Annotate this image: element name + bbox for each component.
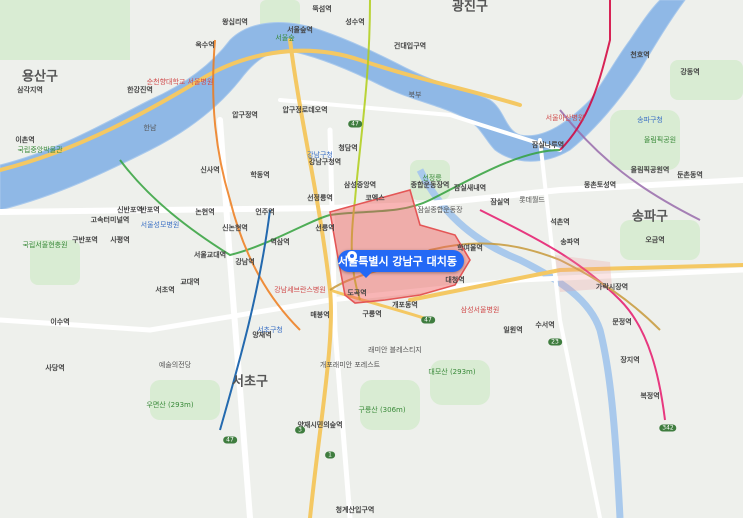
place-label-gangnam-office[interactable]: 강남구청 (307, 150, 333, 160)
station-label-cheongdam[interactable]: 청담역 (338, 143, 357, 153)
district-label-songpa: 송파구 (632, 209, 668, 225)
station-label-sapyeong[interactable]: 사평역 (110, 235, 129, 245)
station-label-jamsilnaru[interactable]: 잠실나루역 (532, 140, 564, 150)
road-label-r47b: 47 (421, 316, 435, 324)
station-label-jangji[interactable]: 장지역 (620, 355, 639, 365)
station-label-cheonho[interactable]: 천호역 (630, 50, 649, 60)
place-label-bukbu[interactable]: 북부 (409, 90, 422, 100)
station-label-coex[interactable]: 코엑스 (365, 193, 384, 203)
station-label-suseo[interactable]: 수서역 (535, 320, 554, 330)
station-label-sadang[interactable]: 사당역 (45, 363, 64, 373)
station-label-samgakji[interactable]: 삼각지역 (17, 85, 43, 95)
station-label-gyodae[interactable]: 교대역 (180, 277, 199, 287)
place-label-seoul-cemetery[interactable]: 국립서울현충원 (22, 240, 67, 250)
place-label-guryongsan[interactable]: 구룡산 (306m) (358, 405, 405, 415)
station-label-isu[interactable]: 이수역 (50, 317, 69, 327)
station-label-eonju[interactable]: 언주역 (255, 207, 274, 217)
station-label-wangsimni[interactable]: 왕십리역 (222, 17, 248, 27)
station-label-ichon[interactable]: 이촌역 (15, 135, 34, 145)
district-label-seocho: 서초구 (232, 374, 268, 390)
station-label-cheonggye[interactable]: 청계산입구역 (336, 505, 375, 515)
station-label-seokchon[interactable]: 석촌역 (550, 217, 569, 227)
station-label-bokjeong[interactable]: 복정역 (640, 391, 659, 401)
station-label-konkuk[interactable]: 건대입구역 (394, 41, 426, 51)
station-label-seolleung[interactable]: 선릉역 (315, 223, 334, 233)
place-label-songpa-office[interactable]: 송파구청 (637, 115, 663, 125)
map-canvas[interactable]: 용산구서초구 송파구 광진구 뚝섬역성수역건대입구역 옥수역압구정역 압구정로데오역청담역… (0, 0, 743, 518)
station-label-sinnonhyeon[interactable]: 신논현역 (222, 223, 248, 233)
place-label-national-museum[interactable]: 국립중앙박물관 (17, 145, 62, 155)
station-label-olympic-park[interactable]: 올림픽공원역 (631, 165, 670, 175)
place-label-catholic-hospital[interactable]: 서울성모병원 (141, 220, 180, 230)
station-label-maebong[interactable]: 매봉역 (310, 310, 329, 320)
place-label-samsung-hospital[interactable]: 삼성서울병원 (461, 305, 500, 315)
place-label-seonjeongneung-park[interactable]: 선정릉 (422, 173, 441, 183)
station-label-hak[interactable]: 학동역 (250, 170, 269, 180)
station-label-jamsil[interactable]: 잠실역 (490, 197, 509, 207)
station-label-nonhyeon[interactable]: 논현역 (195, 207, 214, 217)
station-label-dogok[interactable]: 도곡역 (347, 288, 366, 298)
place-label-raemian-palace[interactable]: 래미안 블레스티지 (368, 345, 422, 355)
station-label-express-bus[interactable]: 고속터미널역 (91, 215, 130, 225)
road-label-r47a: 47 (348, 120, 362, 128)
place-label-seoul-forest-park[interactable]: 서울숲 (275, 33, 294, 43)
place-label-umyeonsan[interactable]: 우면산 (293m) (146, 400, 193, 410)
place-label-seocho-office[interactable]: 서초구청 (257, 325, 283, 335)
location-pin-icon (347, 251, 357, 263)
station-label-oksu[interactable]: 옥수역 (195, 40, 214, 50)
station-label-ilwon[interactable]: 일원역 (503, 325, 522, 335)
station-label-dunchon[interactable]: 둔촌동역 (677, 170, 703, 180)
station-label-jamsilsaenae[interactable]: 잠실새내역 (454, 183, 486, 193)
station-label-seoul-univ-edu[interactable]: 서울교대역 (194, 250, 226, 260)
station-label-songpa[interactable]: 송파역 (560, 237, 579, 247)
place-label-gangnam-severance[interactable]: 강남세브란스병원 (274, 285, 326, 295)
station-label-sinsa[interactable]: 신사역 (200, 165, 219, 175)
road-label-r1: 1 (325, 451, 335, 459)
station-label-seocho[interactable]: 서초역 (155, 285, 174, 295)
place-label-hanam[interactable]: 한남 (144, 123, 157, 133)
station-label-yeoksam[interactable]: 역삼역 (270, 237, 289, 247)
station-label-sinbanpo[interactable]: 신반포역 (117, 205, 143, 215)
district-label-gwangjin: 광진구 (452, 0, 488, 15)
location-callout[interactable]: 서울특별시 강남구 대치동 (338, 250, 464, 278)
place-label-asan-hospital[interactable]: 서울아산병원 (546, 113, 585, 123)
road-label-r47c: 47 (223, 436, 237, 444)
station-label-munjeong[interactable]: 문정역 (612, 317, 631, 327)
station-label-hakyeoul[interactable]: 학여울역 (457, 243, 483, 253)
station-label-ogeum[interactable]: 오금역 (645, 235, 664, 245)
station-label-banpo[interactable]: 반포역 (140, 205, 159, 215)
place-label-daemosan[interactable]: 대모산 (293m) (428, 367, 475, 377)
station-label-gaepodong[interactable]: 개포동역 (392, 300, 418, 310)
road-label-r342: 342 (659, 424, 677, 432)
district-label-yongsan: 용산구 (22, 69, 58, 85)
station-label-mongchon[interactable]: 몽촌토성역 (584, 180, 616, 190)
place-label-suncheonhyang[interactable]: 순천향대학교 서울병원 (147, 77, 214, 87)
road-label-r23: 23 (548, 338, 562, 346)
station-label-gangdong[interactable]: 강동역 (680, 67, 699, 77)
place-label-sports-center[interactable]: 잠실종합운동장 (417, 205, 462, 215)
place-label-olympic-park-place[interactable]: 올림픽공원 (644, 135, 676, 145)
station-label-gubanpo[interactable]: 구반포역 (72, 235, 98, 245)
station-label-seonjeongneung[interactable]: 선정릉역 (307, 193, 333, 203)
road-label-r3: 3 (295, 426, 305, 434)
place-label-gaepo-forest[interactable]: 개포래미안 포레스트 (320, 360, 380, 370)
station-label-samseongjungang[interactable]: 삼성중앙역 (344, 180, 376, 190)
station-label-garak[interactable]: 가락시장역 (596, 282, 628, 292)
station-label-gangnam[interactable]: 강남역 (235, 257, 254, 267)
station-label-seongsu[interactable]: 성수역 (345, 17, 364, 27)
place-label-lotte-world[interactable]: 롯데월드 (519, 195, 545, 205)
place-label-art-center[interactable]: 예술의전당 (159, 360, 191, 370)
station-label-apgujeong[interactable]: 압구정역 (232, 110, 258, 120)
station-label-ttukseom[interactable]: 뚝섬역 (312, 4, 331, 14)
station-label-guryong[interactable]: 구룡역 (362, 309, 381, 319)
station-label-daecheong[interactable]: 대청역 (445, 275, 464, 285)
station-label-apgujeong-rodeo[interactable]: 압구정로데오역 (282, 105, 327, 115)
